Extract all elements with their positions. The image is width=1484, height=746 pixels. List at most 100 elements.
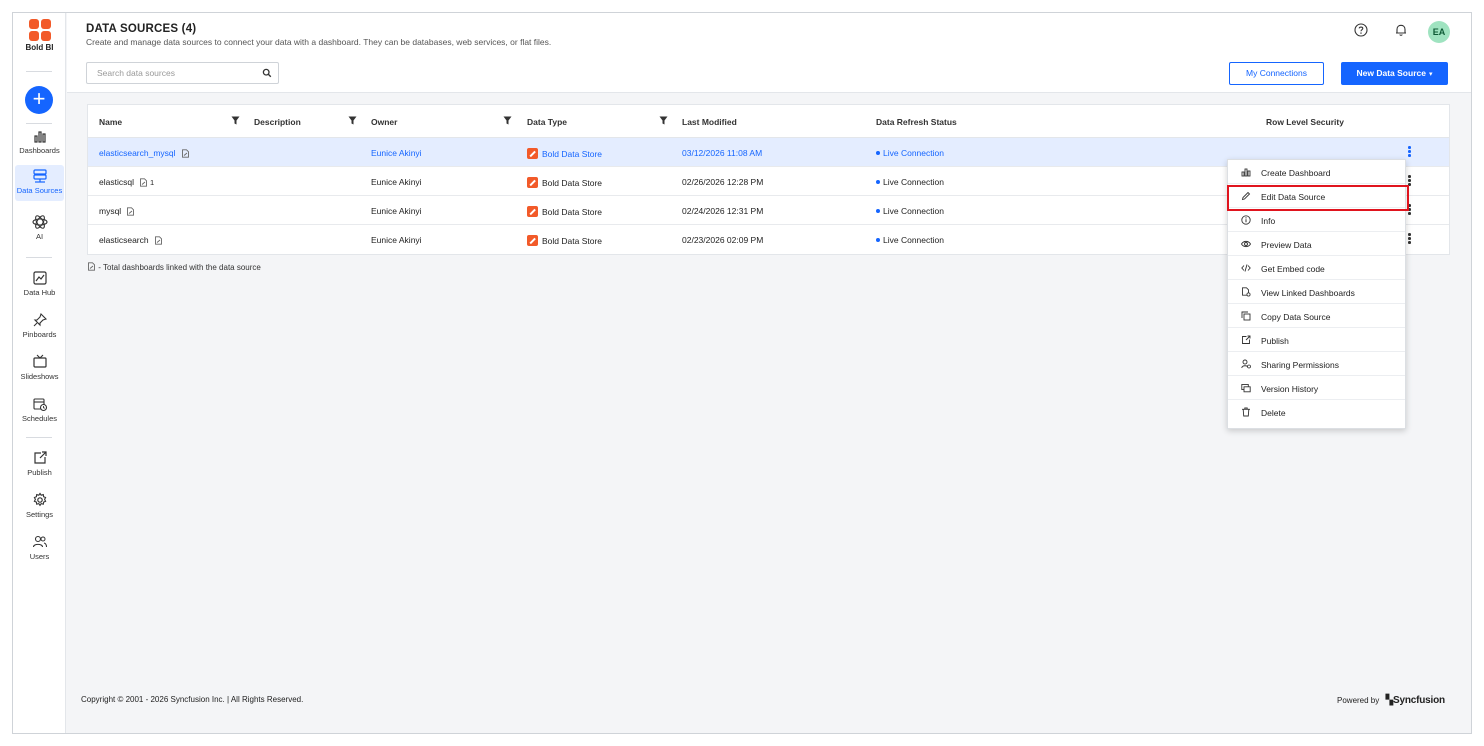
refresh-status-text: Live Connection (883, 235, 944, 245)
bold-data-store-icon (527, 235, 538, 246)
linked-dashboards-icon (88, 262, 95, 271)
menu-item-publish[interactable]: Publish (1228, 328, 1405, 352)
menu-item-label: Copy Data Source (1261, 312, 1331, 322)
calendar-clock-icon (32, 398, 47, 412)
sidebar: Bold BI + Dashboards Data Sources AI Dat… (13, 13, 66, 733)
live-status-dot-icon (876, 180, 880, 184)
column-header-row-level-security[interactable]: Row Level Security (1266, 117, 1344, 127)
bar-chart-icon (33, 131, 46, 143)
sidebar-item-data-sources[interactable]: Data Sources (15, 165, 64, 201)
menu-item-view-linked-dashboards[interactable]: View Linked Dashboards (1228, 280, 1405, 304)
tv-icon (32, 354, 47, 368)
menu-item-preview-data[interactable]: Preview Data (1228, 232, 1405, 256)
avatar[interactable]: EA (1428, 21, 1450, 43)
sidebar-item-ai[interactable]: AI (15, 211, 64, 247)
grid-legend: - Total dashboards linked with the data … (87, 262, 261, 272)
app-window: Bold BI + Dashboards Data Sources AI Dat… (12, 12, 1472, 734)
filter-icon[interactable] (231, 116, 240, 125)
refresh-status-cell: Live Connection (876, 177, 944, 187)
data-type-text: Bold Data Store (542, 178, 603, 188)
my-connections-button[interactable]: My Connections (1229, 62, 1324, 85)
sidebar-item-label: Publish (27, 468, 52, 477)
code-icon (1241, 264, 1251, 272)
sidebar-item-pinboards[interactable]: Pinboards (15, 309, 64, 345)
column-header-last-modified[interactable]: Last Modified (682, 117, 737, 127)
sidebar-item-label: Schedules (21, 414, 58, 423)
last-modified-cell: 02/26/2026 12:28 PM (682, 177, 764, 187)
row-actions-kebab-icon[interactable] (1408, 175, 1412, 187)
row-actions-kebab-icon[interactable] (1408, 146, 1412, 158)
search-box (86, 62, 279, 84)
menu-item-create-dashboard[interactable]: Create Dashboard (1228, 160, 1405, 184)
linked-dashboards-icon (127, 207, 135, 216)
data-type-cell: Bold Data Store (527, 235, 602, 246)
sidebar-item-users[interactable]: Users (15, 531, 64, 567)
bold-data-store-icon (527, 148, 538, 159)
pencil-icon (1241, 191, 1251, 201)
new-data-source-button[interactable]: New Data Source ▾ (1341, 62, 1448, 85)
menu-item-copy-data-source[interactable]: Copy Data Source (1228, 304, 1405, 328)
column-header-data-type[interactable]: Data Type (527, 117, 567, 127)
data-source-name-text: elasticsearch_mysql (99, 148, 176, 158)
filter-icon[interactable] (503, 116, 512, 125)
refresh-status-text: Live Connection (883, 148, 944, 158)
footer-powered-by: Powered by ▚Syncfusion (1337, 695, 1445, 706)
app-name: Bold BI (25, 43, 54, 52)
data-source-name[interactable]: mysql (99, 206, 135, 216)
column-header-refresh-status[interactable]: Data Refresh Status (876, 117, 957, 127)
menu-item-sharing-permissions[interactable]: Sharing Permissions (1228, 352, 1405, 376)
menu-item-label: Sharing Permissions (1261, 360, 1339, 370)
sidebar-item-data-hub[interactable]: Data Hub (15, 267, 64, 303)
row-context-menu: Create Dashboard Edit Data Source Info P… (1227, 159, 1406, 429)
menu-item-label: Publish (1261, 336, 1289, 346)
column-header-description[interactable]: Description (254, 117, 301, 127)
syncfusion-logo[interactable]: ▚Syncfusion (1385, 695, 1445, 706)
column-header-name[interactable]: Name (99, 117, 122, 127)
sidebar-item-settings[interactable]: Settings (15, 489, 64, 525)
page-header: DATA SOURCES (4) Create and manage data … (67, 13, 1471, 93)
bar-chart-icon (1241, 168, 1251, 177)
owner-cell[interactable]: Eunice Akinyi (371, 148, 422, 158)
last-modified-cell: 02/24/2026 12:31 PM (682, 206, 764, 216)
row-actions-kebab-icon[interactable] (1408, 204, 1412, 216)
menu-item-version-history[interactable]: Version History (1228, 376, 1405, 400)
app-logo[interactable]: Bold BI (13, 19, 66, 52)
users-icon (32, 535, 47, 548)
column-header-owner[interactable]: Owner (371, 117, 397, 127)
row-actions-kebab-icon[interactable] (1408, 233, 1412, 245)
menu-item-get-embed-code[interactable]: Get Embed code (1228, 256, 1405, 280)
menu-item-edit-data-source[interactable]: Edit Data Source (1228, 184, 1405, 208)
sidebar-divider (26, 123, 52, 124)
bold-bi-logo-icon (28, 19, 51, 41)
search-icon[interactable] (262, 68, 272, 78)
menu-item-delete[interactable]: Delete (1228, 400, 1405, 424)
filter-icon[interactable] (348, 116, 357, 125)
sidebar-item-slideshows[interactable]: Slideshows (15, 351, 64, 387)
add-button[interactable]: + (25, 86, 53, 114)
sidebar-item-publish[interactable]: Publish (15, 447, 64, 483)
data-source-name[interactable]: elasticsearch_mysql (99, 148, 190, 158)
linked-dashboard-count: 1 (149, 178, 155, 187)
owner-cell: Eunice Akinyi (371, 235, 422, 245)
menu-item-info[interactable]: Info (1228, 208, 1405, 232)
menu-item-label: Get Embed code (1261, 264, 1325, 274)
data-source-name-text: mysql (99, 206, 122, 216)
bold-data-store-icon (527, 177, 538, 188)
new-data-source-label: New Data Source (1356, 68, 1426, 78)
data-source-name[interactable]: elasticsql 1 (99, 177, 154, 187)
menu-item-label: Delete (1261, 408, 1286, 418)
help-icon[interactable] (1354, 23, 1368, 37)
trash-icon (1242, 407, 1250, 417)
search-input[interactable] (97, 63, 257, 83)
menu-item-label: Version History (1261, 384, 1319, 394)
sidebar-item-label: Users (29, 552, 50, 561)
sidebar-item-schedules[interactable]: Schedules (15, 393, 64, 429)
filter-icon[interactable] (659, 116, 668, 125)
bell-icon[interactable] (1394, 23, 1408, 37)
linked-dashboards-icon (154, 236, 162, 245)
data-source-name[interactable]: elasticsearch (99, 235, 163, 245)
sidebar-item-dashboards[interactable]: Dashboards (15, 125, 64, 161)
info-icon (1241, 215, 1251, 225)
refresh-status-cell: Live Connection (876, 148, 944, 158)
refresh-status-text: Live Connection (883, 177, 944, 187)
